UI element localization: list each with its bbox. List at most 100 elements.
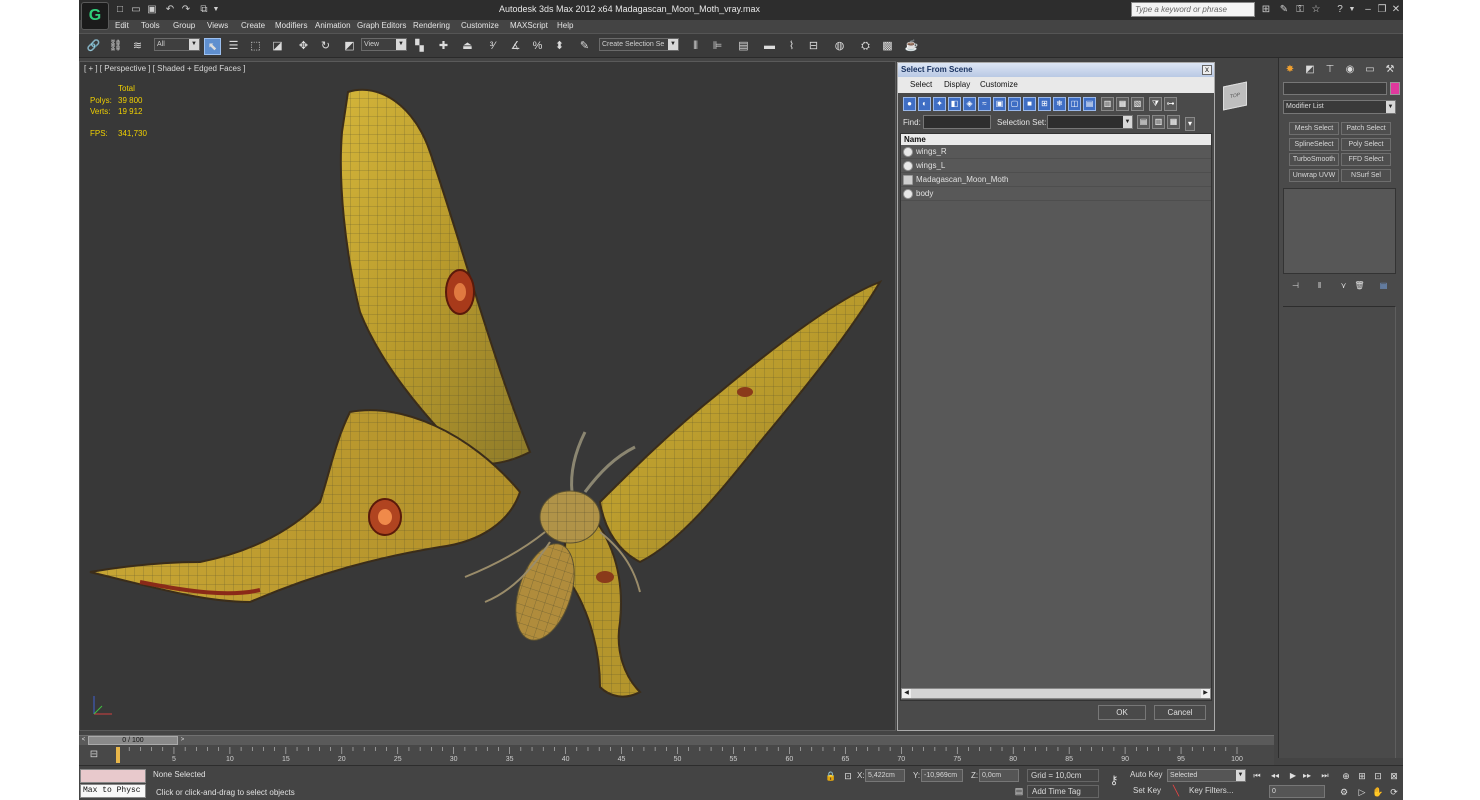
object-color-swatch[interactable]: [1390, 82, 1400, 95]
graphite-ribbon-icon[interactable]: ▬: [761, 38, 778, 55]
display-tab-icon[interactable]: ▭: [1363, 63, 1377, 77]
menu-graph-editors[interactable]: Graph Editors: [357, 21, 406, 30]
scale-icon[interactable]: ◩: [341, 38, 358, 55]
bind-space-warp-icon[interactable]: ≋: [129, 38, 146, 55]
display-groups-icon[interactable]: ▣: [993, 97, 1006, 111]
menu-views[interactable]: Views: [207, 21, 228, 30]
display-cameras-icon[interactable]: ◧: [948, 97, 961, 111]
perspective-viewport[interactable]: [ + ] [ Perspective ] [ Shaded + Edged F…: [79, 61, 896, 731]
maxscript-mini-listener-input[interactable]: Max to Physc: [80, 784, 146, 798]
patch-select-button[interactable]: Patch Select: [1341, 122, 1391, 135]
schematic-view-icon[interactable]: ⊟: [805, 38, 822, 55]
ok-button[interactable]: OK: [1098, 705, 1146, 720]
horizontal-scrollbar[interactable]: ◀ ▶: [901, 688, 1211, 699]
material-editor-icon[interactable]: ◍: [831, 38, 848, 55]
options-arrow-icon[interactable]: ▾: [1185, 117, 1195, 131]
object-name-field[interactable]: [1283, 82, 1387, 95]
pan-icon[interactable]: ✋: [1371, 786, 1385, 798]
select-by-name-icon[interactable]: ☰: [225, 38, 242, 55]
keyboard-shortcut-override-icon[interactable]: ⏏: [459, 38, 476, 55]
go-to-end-icon[interactable]: ⏭: [1319, 770, 1331, 781]
menu-rendering[interactable]: Rendering: [413, 21, 450, 30]
make-unique-icon[interactable]: ⋎: [1337, 280, 1350, 292]
set-key-button[interactable]: Set Key: [1133, 785, 1163, 798]
align-icon[interactable]: ⊫: [709, 38, 726, 55]
turbosmooth-button[interactable]: TurboSmooth: [1289, 153, 1339, 166]
orbit-icon[interactable]: ⟳: [1387, 786, 1401, 798]
application-button[interactable]: G: [81, 2, 109, 30]
add-time-tag-button[interactable]: Add Time Tag: [1027, 785, 1099, 798]
modify-tab-icon[interactable]: ◩: [1303, 63, 1317, 77]
restore-icon[interactable]: ❐: [1375, 3, 1389, 16]
display-bones-icon[interactable]: ■: [1023, 97, 1036, 111]
render-setup-icon[interactable]: ⛭: [857, 38, 874, 55]
curve-editor-icon[interactable]: ⌇: [783, 38, 800, 55]
play-icon[interactable]: ▶: [1287, 770, 1299, 781]
binoculars-icon[interactable]: ⊞: [1259, 3, 1273, 16]
zoom-extents-all-icon[interactable]: ⊠: [1387, 770, 1401, 782]
list-item[interactable]: wings_R: [901, 145, 1211, 159]
menu-tools[interactable]: Tools: [141, 21, 160, 30]
zoom-icon[interactable]: ⊕: [1339, 770, 1353, 782]
project-folder-icon[interactable]: ⧉: [197, 3, 211, 16]
display-invert-icon[interactable]: ▦: [1116, 97, 1129, 111]
move-icon[interactable]: ✥: [295, 38, 312, 55]
previous-frame-icon[interactable]: ◂◂: [1269, 770, 1281, 781]
spinner-snap-icon[interactable]: ⬍: [551, 38, 568, 55]
redo-icon[interactable]: ↷: [179, 3, 193, 16]
display-shapes-icon[interactable]: ◐: [918, 97, 931, 111]
time-configuration-icon[interactable]: ⚙: [1337, 786, 1351, 798]
window-crossing-icon[interactable]: ◪: [269, 38, 286, 55]
selection-lock-icon[interactable]: 🔒: [824, 770, 838, 782]
mesh-select-button[interactable]: Mesh Select: [1289, 122, 1339, 135]
y-coordinate-field[interactable]: -10,969cm: [921, 769, 963, 782]
scroll-left-icon[interactable]: ◀: [902, 689, 911, 698]
reference-coordinate-dropdown[interactable]: View ▼: [361, 38, 407, 51]
utilities-tab-icon[interactable]: ⚒: [1383, 63, 1397, 77]
next-frame-icon[interactable]: ▸▸: [1301, 770, 1313, 781]
help-icon[interactable]: ?: [1333, 3, 1347, 16]
layer-manager-icon[interactable]: ▤: [735, 38, 752, 55]
subscription-icon[interactable]: ✎: [1277, 3, 1291, 16]
dialog-menu-customize[interactable]: Customize: [980, 80, 1018, 89]
modifier-stack[interactable]: [1283, 188, 1396, 274]
percent-snap-icon[interactable]: %: [529, 38, 546, 55]
select-manipulate-icon[interactable]: ✚: [435, 38, 452, 55]
key-icon[interactable]: ⚷: [1103, 773, 1125, 787]
communication-center-icon[interactable]: ⚿: [1293, 3, 1307, 16]
rectangular-selection-icon[interactable]: ⬚: [247, 38, 264, 55]
add-to-selection-set-icon[interactable]: ▥: [1152, 115, 1165, 129]
cancel-button[interactable]: Cancel: [1154, 705, 1206, 720]
scroll-right-icon[interactable]: ▶: [1201, 689, 1210, 698]
configure-modifier-sets-icon[interactable]: ▤: [1377, 280, 1390, 292]
new-file-icon[interactable]: □: [113, 3, 127, 16]
list-item[interactable]: Madagascan_Moon_Moth: [901, 173, 1211, 187]
render-production-icon[interactable]: ☕: [903, 38, 920, 55]
auto-key-button[interactable]: Auto Key: [1130, 769, 1164, 782]
time-slider[interactable]: < 0 / 100 >: [79, 735, 1274, 745]
display-hidden-icon[interactable]: ◫: [1068, 97, 1081, 111]
sync-selection-icon[interactable]: ▧: [1131, 97, 1144, 111]
moth-model[interactable]: [80, 62, 895, 730]
open-file-icon[interactable]: ▭: [129, 3, 143, 16]
create-selection-set-icon[interactable]: ▤: [1137, 115, 1150, 129]
display-xrefs-icon[interactable]: ▢: [1008, 97, 1021, 111]
remove-from-selection-set-icon[interactable]: ▦: [1167, 115, 1180, 129]
ffd-select-button[interactable]: FFD Select: [1341, 153, 1391, 166]
dialog-menu-select[interactable]: Select: [910, 80, 932, 89]
poly-select-button[interactable]: Poly Select: [1341, 138, 1391, 151]
show-end-result-icon[interactable]: ‖: [1313, 280, 1326, 292]
motion-tab-icon[interactable]: ◉: [1343, 63, 1357, 77]
help-menu-arrow-icon[interactable]: ▼: [1347, 3, 1357, 16]
time-slider-prev-icon[interactable]: <: [79, 736, 88, 745]
rotate-icon[interactable]: ↻: [317, 38, 334, 55]
save-file-icon[interactable]: ▣: [145, 3, 159, 16]
current-frame-field[interactable]: 0: [1269, 785, 1325, 798]
create-tab-icon[interactable]: ✸: [1283, 63, 1297, 77]
menu-help[interactable]: Help: [557, 21, 573, 30]
close-icon[interactable]: ✕: [1389, 3, 1403, 16]
unwrap-uvw-button[interactable]: Unwrap UVW: [1289, 169, 1339, 182]
menu-modifiers[interactable]: Modifiers: [275, 21, 307, 30]
hierarchy-tab-icon[interactable]: ⊤: [1323, 63, 1337, 77]
help-search-input[interactable]: Type a keyword or phrase: [1131, 2, 1255, 17]
